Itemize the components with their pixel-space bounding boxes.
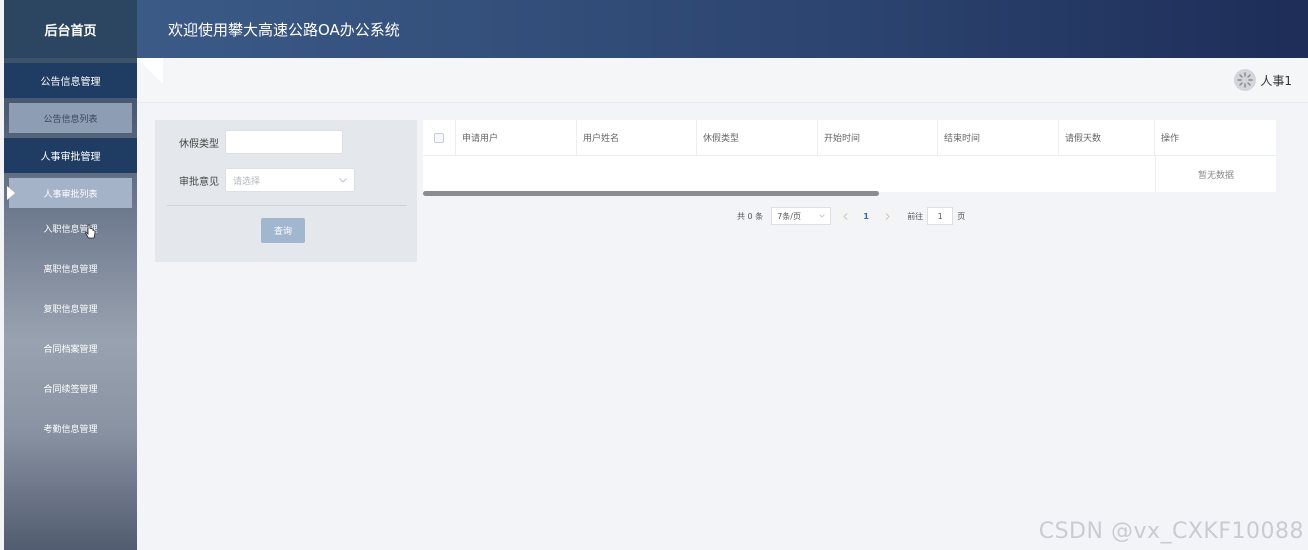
watermark: CSDN @vx_CXKF10088 [1038,519,1304,544]
user-name: 人事1 [1260,73,1292,88]
user-menu[interactable]: 人事1 [1234,69,1292,91]
menu-item-attendance[interactable]: 考勤信息管理 [4,408,137,448]
sub-toolbar: 人事1 [137,58,1308,103]
sidebar: 后台首页 公告信息管理 公告信息列表 人事审批管理 人事审批列表 入职信息管理 … [4,0,137,550]
page-size-value: 7条/页 [777,211,801,221]
collapse-sidebar-toggle[interactable] [137,58,163,84]
table-header: 申请用户 用户姓名 休假类型 开始时间 结束时间 请假天数 操作 [423,120,1276,156]
search-panel: 休假类型 审批意见 请选择 查询 [155,120,417,262]
query-button[interactable]: 查询 [261,218,305,243]
horizontal-scrollbar[interactable] [423,191,879,196]
column-header[interactable]: 开始时间 [818,120,938,155]
approval-select-placeholder: 请选择 [233,176,261,187]
leave-type-row: 休假类型 [155,130,343,154]
select-all-checkbox[interactable] [434,132,444,143]
column-header[interactable]: 用户姓名 [577,120,697,155]
sidebar-home-link[interactable]: 后台首页 [4,0,137,58]
menu-item-resignation[interactable]: 离职信息管理 [4,248,137,288]
menu-item-hr-approval-list[interactable]: 人事审批列表 [7,178,132,208]
column-header[interactable]: 申请用户 [456,120,577,155]
top-header: 欢迎使用攀大高速公路OA办公系统 [137,0,1308,58]
menu-item-reinstatement[interactable]: 复职信息管理 [4,288,137,328]
leave-type-label: 休假类型 [179,138,219,150]
select-all-cell [423,120,456,155]
avatar-icon [1234,69,1257,91]
page-size-select[interactable]: 7条/页 [771,207,832,225]
menu-item-contract-archive[interactable]: 合同档案管理 [4,328,137,368]
column-header[interactable]: 结束时间 [938,120,1059,155]
page-number-button[interactable]: 1 [857,208,876,224]
pagination: 共 0 条 7条/页 1 前往 1 页 [737,207,965,225]
goto-label: 前往 [907,211,924,221]
menu-item-onboarding[interactable]: 入职信息管理 [4,208,137,248]
chevron-down-icon [819,214,825,218]
menu-item-contract-renewal[interactable]: 合同续签管理 [4,368,137,408]
column-header[interactable]: 请假天数 [1059,120,1155,155]
form-divider [167,205,407,206]
next-page-button[interactable] [879,208,896,224]
mouse-cursor-icon [85,224,96,239]
approval-select[interactable]: 请选择 [225,168,355,192]
menu-group-notice[interactable]: 公告信息管理 [4,63,137,98]
column-header: 操作 [1161,134,1180,144]
chevron-down-icon [339,177,347,183]
goto-page-input[interactable]: 1 [927,207,954,225]
column-header[interactable]: 休假类型 [697,120,818,155]
page-suffix: 页 [957,211,966,221]
approval-row: 审批意见 请选择 [155,168,355,192]
chevron-left-icon [843,212,848,220]
menu-item-notice-list[interactable]: 公告信息列表 [9,103,132,133]
table-body: 暂无数据 [423,156,1276,192]
prev-page-button[interactable] [837,208,854,224]
menu-group-hr-approval[interactable]: 人事审批管理 [4,138,137,173]
total-count: 共 0 条 [737,211,764,221]
chevron-right-icon [885,212,890,220]
data-table: 申请用户 用户姓名 休假类型 开始时间 结束时间 请假天数 操作 暂无数据 [423,120,1276,192]
page-title: 欢迎使用攀大高速公路OA办公系统 [168,20,400,39]
approval-label: 审批意见 [179,176,219,188]
leave-type-input[interactable] [225,130,343,154]
empty-data-text: 暂无数据 [1155,156,1276,192]
